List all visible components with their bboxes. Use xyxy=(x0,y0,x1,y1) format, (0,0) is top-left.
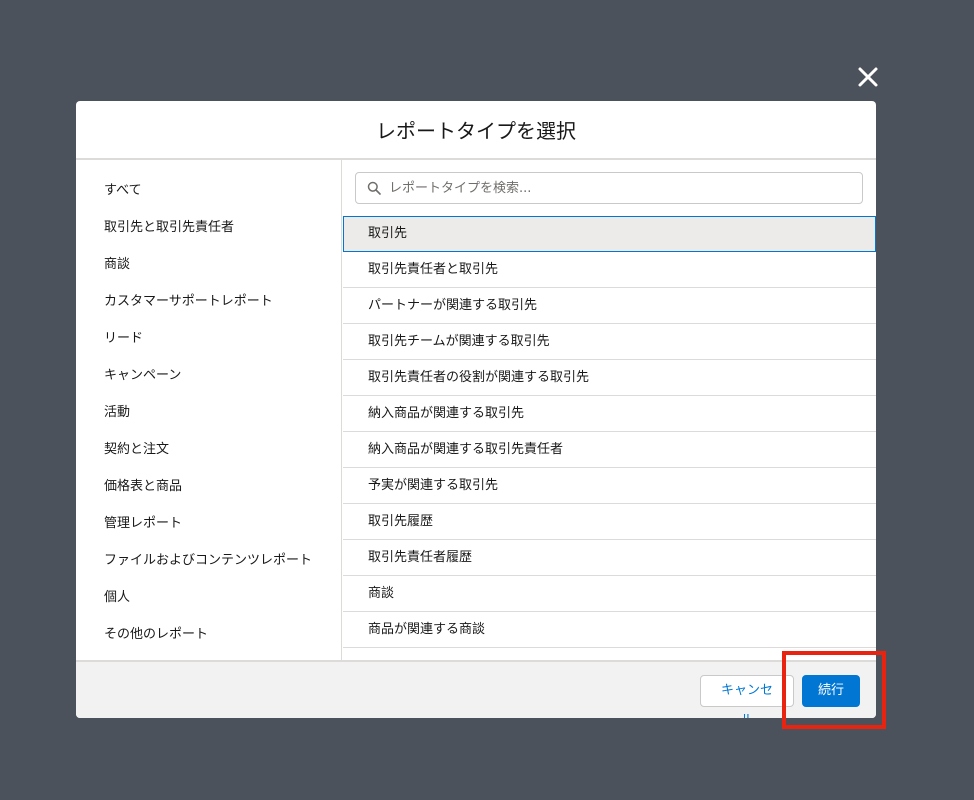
category-list: すべて 取引先と取引先責任者 商談 カスタマーサポートレポート リード キャンペ… xyxy=(104,172,312,653)
report-type-item[interactable]: 取引先責任者の役割が関連する取引先 xyxy=(343,360,876,396)
report-type-item[interactable]: 商品が関連する商談 xyxy=(343,612,876,648)
cancel-button[interactable]: キャンセル xyxy=(700,675,794,718)
modal-title: レポートタイプを選択 xyxy=(376,119,576,143)
report-type-item[interactable]: パートナーが関連する取引先 xyxy=(343,288,876,324)
report-type-item[interactable]: 取引先チームが関連する取引先 xyxy=(343,324,876,360)
report-type-item[interactable]: 納入商品が関連する取引先責任者 xyxy=(343,432,876,468)
category-item-files-content[interactable]: ファイルおよびコンテンツレポート xyxy=(104,542,312,579)
category-item-activities[interactable]: 活動 xyxy=(104,394,312,431)
category-item-accounts-contacts[interactable]: 取引先と取引先責任者 xyxy=(104,209,312,246)
report-type-modal: レポートタイプを選択 すべて 取引先と取引先責任者 商談 カスタマーサポートレポ… xyxy=(76,101,876,718)
modal-header: レポートタイプを選択 xyxy=(76,101,876,160)
category-item-all[interactable]: すべて xyxy=(104,172,312,209)
report-type-item[interactable]: 商談 xyxy=(343,576,876,612)
search-box xyxy=(355,172,863,204)
report-type-item-partial[interactable] xyxy=(343,648,876,660)
continue-button[interactable]: 続行 xyxy=(802,675,860,707)
category-item-individuals[interactable]: 個人 xyxy=(104,579,312,616)
category-item-opportunities[interactable]: 商談 xyxy=(104,246,312,283)
category-sidebar: すべて 取引先と取引先責任者 商談 カスタマーサポートレポート リード キャンペ… xyxy=(76,160,342,660)
report-type-list: 取引先 取引先責任者と取引先 パートナーが関連する取引先 取引先チームが関連する… xyxy=(343,216,876,660)
report-type-item[interactable]: 取引先履歴 xyxy=(343,504,876,540)
report-type-item[interactable]: 取引先責任者履歴 xyxy=(343,540,876,576)
category-item-price-books-products[interactable]: 価格表と商品 xyxy=(104,468,312,505)
search-input[interactable] xyxy=(389,174,862,202)
modal-footer: キャンセル 続行 xyxy=(76,660,876,718)
screen: レポートタイプを選択 すべて 取引先と取引先責任者 商談 カスタマーサポートレポ… xyxy=(0,0,974,800)
category-item-leads[interactable]: リード xyxy=(104,320,312,357)
report-type-item[interactable]: 取引先責任者と取引先 xyxy=(343,252,876,288)
category-item-customer-support[interactable]: カスタマーサポートレポート xyxy=(104,283,312,320)
category-item-admin-reports[interactable]: 管理レポート xyxy=(104,505,312,542)
close-icon[interactable] xyxy=(854,63,882,91)
category-item-campaigns[interactable]: キャンペーン xyxy=(104,357,312,394)
report-type-item[interactable]: 予実が関連する取引先 xyxy=(343,468,876,504)
search-icon xyxy=(367,181,381,195)
report-type-panel: 取引先 取引先責任者と取引先 パートナーが関連する取引先 取引先チームが関連する… xyxy=(343,160,876,660)
report-type-item[interactable]: 納入商品が関連する取引先 xyxy=(343,396,876,432)
report-type-item[interactable]: 取引先 xyxy=(343,216,876,252)
category-item-contracts-orders[interactable]: 契約と注文 xyxy=(104,431,312,468)
category-item-other-reports[interactable]: その他のレポート xyxy=(104,616,312,653)
